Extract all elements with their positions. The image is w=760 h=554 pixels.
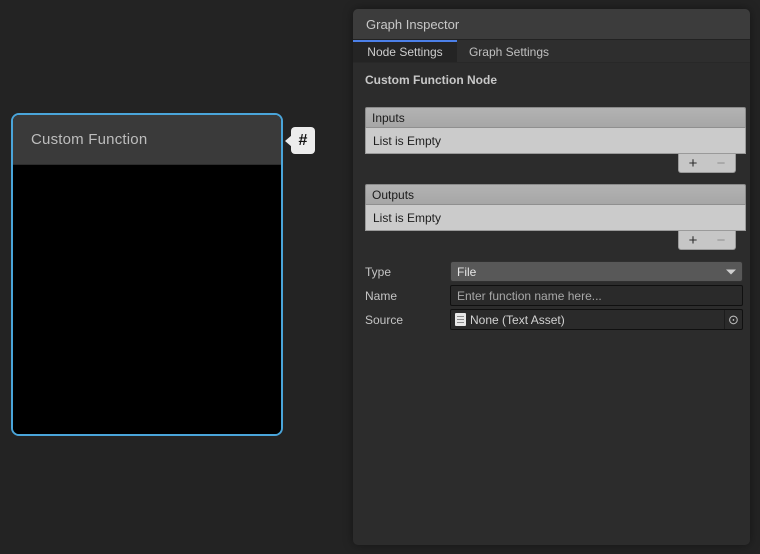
inputs-remove-button[interactable]: − [709, 154, 734, 172]
outputs-list-footer: + − [678, 231, 736, 250]
node-hash-badge[interactable]: # [291, 127, 315, 154]
hash-icon: # [299, 132, 308, 150]
outputs-list: Outputs List is Empty + − [365, 184, 746, 250]
chevron-down-icon [726, 269, 736, 274]
name-label: Name [365, 289, 450, 303]
inputs-list-header: Inputs [365, 107, 746, 128]
source-row: Source None (Text Asset) ⊙ [365, 309, 746, 330]
inputs-empty-label: List is Empty [373, 134, 441, 148]
source-object-field[interactable]: None (Text Asset) ⊙ [450, 309, 743, 330]
tab-node-settings[interactable]: Node Settings [353, 40, 457, 62]
tab-graph-settings-label: Graph Settings [469, 45, 549, 59]
inputs-list-footer: + − [678, 154, 736, 173]
node-title-bar[interactable]: Custom Function [13, 115, 281, 165]
outputs-remove-button[interactable]: − [709, 231, 734, 249]
outputs-list-empty-row: List is Empty [365, 205, 746, 231]
node-preview-body [13, 165, 281, 436]
node-settings-heading: Custom Function Node [365, 73, 746, 87]
text-asset-icon [455, 313, 466, 326]
tab-node-settings-label: Node Settings [367, 45, 442, 59]
object-picker-button[interactable]: ⊙ [724, 310, 742, 329]
source-object-value: None (Text Asset) [470, 313, 724, 327]
inspector-content: Custom Function Node Inputs List is Empt… [353, 63, 750, 330]
node-properties: Type File Name Source [365, 261, 746, 330]
object-picker-icon: ⊙ [728, 312, 739, 328]
inputs-list-title: Inputs [372, 111, 405, 125]
node-title: Custom Function [31, 131, 147, 148]
custom-function-node[interactable]: Custom Function [11, 113, 283, 436]
name-input[interactable] [450, 285, 743, 306]
inspector-header[interactable]: Graph Inspector [353, 9, 750, 40]
inspector-title: Graph Inspector [366, 17, 459, 32]
inputs-list-empty-row: List is Empty [365, 128, 746, 154]
graph-inspector-panel: Graph Inspector Node Settings Graph Sett… [353, 9, 750, 545]
inspector-tab-bar: Node Settings Graph Settings [353, 40, 750, 63]
outputs-list-header: Outputs [365, 184, 746, 205]
inputs-list: Inputs List is Empty + − [365, 107, 746, 173]
outputs-empty-label: List is Empty [373, 211, 441, 225]
type-label: Type [365, 265, 450, 279]
type-row: Type File [365, 261, 746, 282]
outputs-add-button[interactable]: + [681, 231, 706, 249]
inputs-add-button[interactable]: + [681, 154, 706, 172]
name-row: Name [365, 285, 746, 306]
type-dropdown[interactable]: File [450, 261, 743, 282]
source-label: Source [365, 313, 450, 327]
badge-pointer-icon [285, 135, 292, 147]
tab-graph-settings[interactable]: Graph Settings [457, 40, 561, 62]
type-dropdown-value: File [457, 265, 476, 279]
outputs-list-title: Outputs [372, 188, 414, 202]
